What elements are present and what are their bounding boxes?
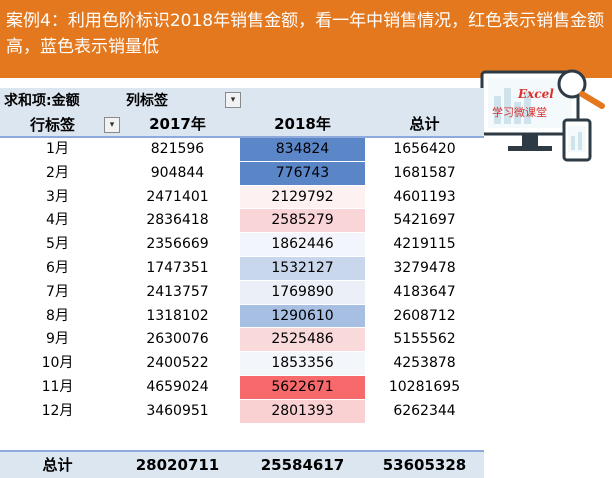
row-label[interactable]: 10月 xyxy=(0,352,115,376)
cell-2017[interactable]: 2356669 xyxy=(115,233,240,257)
cell-2018[interactable]: 1769890 xyxy=(240,280,365,305)
table-row: 2月 904844 776743 1681587 xyxy=(0,161,484,186)
cell-total[interactable]: 4183647 xyxy=(365,281,484,305)
cell-2017[interactable]: 2630076 xyxy=(115,328,240,352)
cell-2017[interactable]: 904844 xyxy=(115,162,240,186)
grand-total-2018: 25584617 xyxy=(260,456,345,474)
cell-total[interactable]: 10281695 xyxy=(365,376,484,400)
table-row: 3月 2471401 2129792 4601193 xyxy=(0,185,484,210)
cell-total[interactable]: 6262344 xyxy=(365,400,484,424)
cell-2018[interactable]: 5622671 xyxy=(240,376,365,400)
row-label[interactable]: 9月 xyxy=(0,328,115,352)
cell-total[interactable]: 5155562 xyxy=(365,328,484,352)
grand-total-sum: 53605328 xyxy=(382,456,467,474)
row-label[interactable]: 8月 xyxy=(0,305,115,329)
cell-2018[interactable]: 2585279 xyxy=(240,209,365,234)
row-label[interactable]: 1月 xyxy=(0,138,115,162)
cell-2017[interactable]: 1318102 xyxy=(115,305,240,329)
cell-2017[interactable]: 821596 xyxy=(115,138,240,162)
cell-total[interactable]: 4219115 xyxy=(365,233,484,257)
table-row: 6月 1747351 1532127 3279478 xyxy=(0,257,484,281)
table-row: 4月 2836418 2585279 5421697 xyxy=(0,209,484,234)
cell-2018[interactable]: 1853356 xyxy=(240,352,365,376)
cell-2018[interactable]: 834824 xyxy=(240,138,365,162)
column-labels-dropdown[interactable]: ▾ xyxy=(225,92,241,108)
cell-total[interactable]: 1681587 xyxy=(365,162,484,186)
cell-total[interactable]: 2608712 xyxy=(365,305,484,329)
cell-total[interactable]: 4253878 xyxy=(365,352,484,376)
cell-2018[interactable]: 776743 xyxy=(240,161,365,186)
logo-subtitle: 学习微课堂 xyxy=(492,105,547,119)
table-row: 1月 821596 834824 1656420 xyxy=(0,138,484,162)
grand-total-row: 总计 28020711 25584617 53605328 xyxy=(0,450,484,478)
table-row: 5月 2356669 1862446 4219115 xyxy=(0,233,484,257)
column-labels-label: 列标签 xyxy=(126,93,168,109)
grand-total-label: 总计 xyxy=(42,456,73,474)
table-row: 12月 3460951 2801393 6262344 xyxy=(0,399,484,424)
cell-total[interactable]: 3279478 xyxy=(365,257,484,281)
table-row: 10月 2400522 1853356 4253878 xyxy=(0,352,484,376)
grand-total-2017: 28020711 xyxy=(135,456,220,474)
cell-2018[interactable]: 1532127 xyxy=(240,257,365,281)
logo-title: Excel xyxy=(517,87,554,101)
table-row: 9月 2630076 2525486 5155562 xyxy=(0,328,484,353)
row-label[interactable]: 7月 xyxy=(0,281,115,305)
cell-2017[interactable]: 2836418 xyxy=(115,209,240,233)
cell-2018[interactable]: 1862446 xyxy=(240,233,365,257)
excel-classroom-logo: Excel 学习微课堂 xyxy=(478,66,612,166)
banner-text: 案例4：利用色阶标识2018年销售金额，看一年中销售情况，红色表示销售金额高，蓝… xyxy=(6,11,605,57)
cell-total[interactable]: 1656420 xyxy=(365,138,484,162)
value-field-label: 求和项:金额 xyxy=(4,93,80,109)
cell-2018[interactable]: 2801393 xyxy=(240,399,365,424)
row-label[interactable]: 5月 xyxy=(0,233,115,257)
cell-2017[interactable]: 1747351 xyxy=(115,257,240,281)
header-2017: 2017年 xyxy=(149,115,206,133)
cell-2018[interactable]: 2129792 xyxy=(240,185,365,210)
cell-2017[interactable]: 3460951 xyxy=(115,400,240,424)
cell-2017[interactable]: 2471401 xyxy=(115,186,240,210)
header-total: 总计 xyxy=(409,115,440,133)
row-label[interactable]: 3月 xyxy=(0,186,115,210)
cell-2018[interactable]: 2525486 xyxy=(240,328,365,353)
cell-2017[interactable]: 4659024 xyxy=(115,376,240,400)
row-label[interactable]: 11月 xyxy=(0,376,115,400)
cell-2017[interactable]: 2413757 xyxy=(115,281,240,305)
header-2018: 2018年 xyxy=(274,115,331,133)
table-row: 11月 4659024 5622671 10281695 xyxy=(0,376,484,400)
row-label[interactable]: 6月 xyxy=(0,257,115,281)
row-label[interactable]: 2月 xyxy=(0,162,115,186)
cell-total[interactable]: 4601193 xyxy=(365,186,484,210)
table-row: 8月 1318102 1290610 2608712 xyxy=(0,304,484,329)
table-row: 7月 2413757 1769890 4183647 xyxy=(0,280,484,305)
cell-2018[interactable]: 1290610 xyxy=(240,304,365,329)
row-label[interactable]: 12月 xyxy=(0,400,115,424)
cell-2017[interactable]: 2400522 xyxy=(115,352,240,376)
row-label[interactable]: 4月 xyxy=(0,209,115,233)
row-labels-label: 行标签 xyxy=(30,116,76,134)
cell-total[interactable]: 5421697 xyxy=(365,209,484,233)
